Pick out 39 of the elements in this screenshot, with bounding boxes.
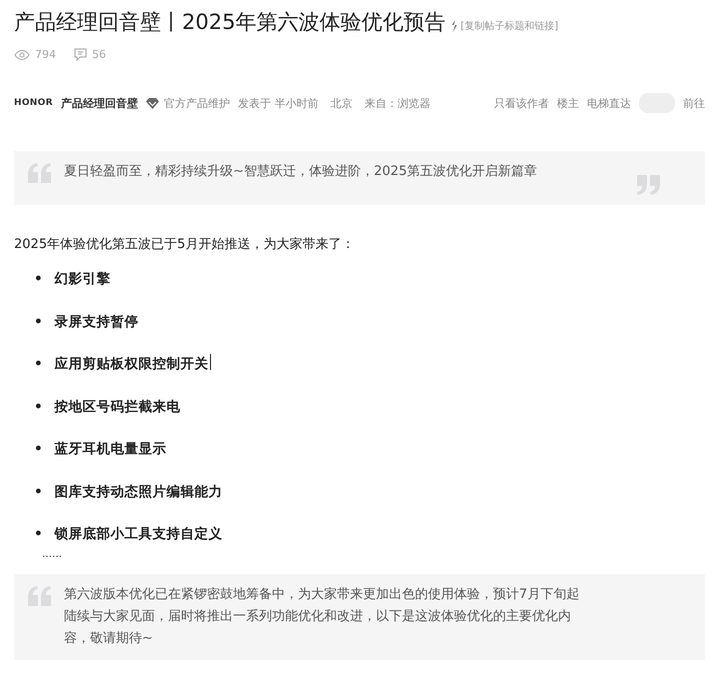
bullet-mark: • [34, 440, 43, 459]
source-text: 来自：浏览器 [364, 96, 430, 110]
only-author-link[interactable]: 只看该作者 [494, 96, 549, 110]
list-item: 按地区号码拦截来电 [54, 398, 181, 416]
quote-mark-icon [28, 163, 52, 183]
quote-mark-icon [28, 586, 52, 606]
comment-icon [74, 48, 87, 61]
eye-icon [14, 50, 30, 60]
quote-text: 夏日轻盈而至，精彩持续升级~智慧跃迁，体验进阶，2025第五波优化开启新篇章 [64, 163, 538, 181]
post-time: 发表于 半小时前 [238, 96, 318, 110]
badge-label: 官方产品维护 [164, 96, 230, 110]
list-item: 蓝牙耳机电量显示 [54, 440, 167, 459]
list-item: 应用剪贴板权限控制开关 [54, 355, 209, 374]
paragraph-text: 2025年体验优化第五波已于5月开始推送，为大家带来了： [14, 236, 356, 253]
post-title: 产品经理回音壁丨2025年第六波体验优化预告 [14, 9, 446, 36]
author-name[interactable]: 产品经理回音壁 [60, 96, 138, 110]
floor-label: 楼主 [557, 96, 579, 110]
view-count: 794 [35, 48, 56, 61]
bullet-mark: • [34, 482, 43, 502]
list-item: 图库支持动态照片编辑能力 [54, 482, 223, 502]
bullet-mark: • [34, 398, 43, 416]
diamond-icon [146, 98, 159, 108]
ellipsis-text: …… [42, 548, 63, 560]
bullet-mark: • [34, 312, 43, 332]
go-button[interactable]: 前往 [683, 96, 705, 110]
bullet-mark: • [34, 355, 43, 374]
copy-link[interactable]: [复制帖子标题和链接] [451, 19, 558, 36]
quote-mark-icon [636, 175, 660, 195]
jump-label: 电梯直达 [587, 96, 631, 110]
logo-icon [451, 20, 458, 32]
quote-text: 第六波版本优化已在紧锣密鼓地筹备中，为大家带来更加出色的使用体验，预计7月下旬起陆续与大家见面，届时将推出一系列功能优化和改进，以下是这波体验优化的主要优化内容，敬请期待~ [64, 586, 580, 648]
list-item: 锁屏底部小工具支持自定义 [54, 525, 223, 544]
list-item: 幻影引擎 [54, 270, 111, 289]
location-text: 北京 [330, 96, 352, 110]
bullet-mark: • [34, 525, 43, 544]
brand-logo: HONOR [14, 98, 53, 108]
comment-count: 56 [92, 48, 106, 61]
list-item: 录屏支持暂停 [54, 312, 139, 332]
bullet-mark: • [34, 270, 43, 289]
